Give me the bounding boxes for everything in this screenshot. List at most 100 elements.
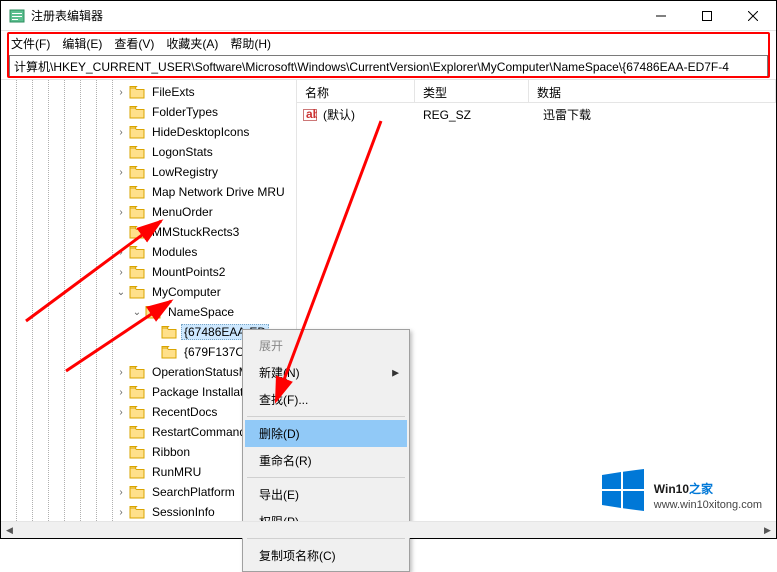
tree-node[interactable]: LogonStats xyxy=(1,142,296,162)
menu-favorites[interactable]: 收藏夹(A) xyxy=(162,33,222,54)
watermark-suffix: 之家 xyxy=(689,482,713,496)
tree-label: LowRegistry xyxy=(149,164,221,180)
tree-label: MenuOrder xyxy=(149,204,216,220)
windows-logo-icon xyxy=(600,467,646,516)
folder-icon xyxy=(129,145,145,159)
folder-icon xyxy=(129,125,145,139)
watermark: Win10之家 www.win10xitong.com xyxy=(600,467,762,516)
folder-icon xyxy=(161,345,177,359)
scroll-right-button[interactable]: ▶ xyxy=(759,522,776,539)
tree-label: Map Network Drive MRU xyxy=(149,184,288,200)
list-row[interactable]: ab (默认) REG_SZ 迅雷下载 xyxy=(297,103,776,126)
ctx-rename[interactable]: 重命名(R) xyxy=(245,447,407,474)
folder-icon xyxy=(129,285,145,299)
scroll-left-button[interactable]: ◀ xyxy=(1,522,18,539)
folder-icon xyxy=(129,165,145,179)
minimize-button[interactable] xyxy=(638,1,684,31)
folder-icon xyxy=(129,405,145,419)
ctx-copykey[interactable]: 复制项名称(C) xyxy=(245,542,407,569)
menubar: 文件(F) 编辑(E) 查看(V) 收藏夹(A) 帮助(H) xyxy=(1,31,776,55)
tree-label: NameSpace xyxy=(165,304,237,320)
folder-icon xyxy=(145,305,161,319)
tree-label: SearchPlatform xyxy=(149,484,238,500)
chevron-right-icon[interactable]: › xyxy=(113,247,129,258)
tree-label: MountPoints2 xyxy=(149,264,228,280)
chevron-right-icon[interactable]: › xyxy=(113,507,129,518)
submenu-arrow-icon: ▶ xyxy=(392,367,399,378)
svg-text:ab: ab xyxy=(306,108,317,121)
watermark-url: www.win10xitong.com xyxy=(654,499,762,511)
chevron-right-icon[interactable]: › xyxy=(113,207,129,218)
app-icon xyxy=(9,8,25,24)
chevron-down-icon[interactable]: ⌄ xyxy=(113,287,129,298)
chevron-right-icon[interactable]: › xyxy=(113,267,129,278)
chevron-right-icon[interactable]: › xyxy=(113,487,129,498)
folder-icon xyxy=(129,245,145,259)
string-value-icon: ab xyxy=(303,108,317,122)
ctx-expand: 展开 xyxy=(245,332,407,359)
tree-label: RestartCommands xyxy=(149,424,255,440)
col-name[interactable]: 名称 xyxy=(297,80,415,102)
maximize-button[interactable] xyxy=(684,1,730,31)
tree-node[interactable]: Map Network Drive MRU xyxy=(1,182,296,202)
tree-label: Modules xyxy=(149,244,200,260)
menu-help[interactable]: 帮助(H) xyxy=(226,33,275,54)
horizontal-scrollbar[interactable]: ◀ ▶ xyxy=(1,521,776,538)
tree-node[interactable]: › FileExts xyxy=(1,82,296,102)
col-data[interactable]: 数据 xyxy=(529,80,776,102)
tree-node[interactable]: FolderTypes xyxy=(1,102,296,122)
tree-node[interactable]: MMStuckRects3 xyxy=(1,222,296,242)
tree-node[interactable]: ⌄ MyComputer xyxy=(1,282,296,302)
tree-label: RunMRU xyxy=(149,464,204,480)
chevron-right-icon[interactable]: › xyxy=(113,87,129,98)
ctx-delete[interactable]: 删除(D) xyxy=(245,420,407,447)
tree-node[interactable]: › MenuOrder xyxy=(1,202,296,222)
tree-node[interactable]: › MountPoints2 xyxy=(1,262,296,282)
tree-label: HideDesktopIcons xyxy=(149,124,252,140)
chevron-right-icon[interactable]: › xyxy=(113,407,129,418)
tree-label: LogonStats xyxy=(149,144,216,160)
menu-view[interactable]: 查看(V) xyxy=(110,33,158,54)
tree-node[interactable]: › Modules xyxy=(1,242,296,262)
value-name: (默认) xyxy=(323,106,417,123)
col-type[interactable]: 类型 xyxy=(415,80,529,102)
folder-icon xyxy=(129,445,145,459)
folder-icon xyxy=(129,85,145,99)
folder-icon xyxy=(129,225,145,239)
address-bar[interactable]: 计算机\HKEY_CURRENT_USER\Software\Microsoft… xyxy=(9,55,768,77)
folder-icon xyxy=(129,465,145,479)
folder-icon xyxy=(129,385,145,399)
tree-label: RecentDocs xyxy=(149,404,220,420)
chevron-right-icon[interactable]: › xyxy=(113,127,129,138)
tree-label: MMStuckRects3 xyxy=(149,224,242,240)
folder-icon xyxy=(129,185,145,199)
tree-node[interactable]: › HideDesktopIcons xyxy=(1,122,296,142)
folder-icon xyxy=(161,325,177,339)
tree-node[interactable]: ⌄ NameSpace xyxy=(1,302,296,322)
chevron-right-icon[interactable]: › xyxy=(113,367,129,378)
ctx-find[interactable]: 查找(F)... xyxy=(245,386,407,413)
menu-file[interactable]: 文件(F) xyxy=(7,33,54,54)
value-data: 迅雷下载 xyxy=(543,106,591,123)
folder-icon xyxy=(129,485,145,499)
folder-icon xyxy=(129,205,145,219)
folder-icon xyxy=(129,265,145,279)
ctx-export[interactable]: 导出(E) xyxy=(245,481,407,508)
titlebar: 注册表编辑器 xyxy=(1,1,776,31)
folder-icon xyxy=(129,505,145,519)
folder-icon xyxy=(129,365,145,379)
chevron-right-icon[interactable]: › xyxy=(113,387,129,398)
ctx-new[interactable]: 新建(N)▶ xyxy=(245,359,407,386)
tree-label: Ribbon xyxy=(149,444,193,460)
window-title: 注册表编辑器 xyxy=(31,7,638,24)
tree-label: FolderTypes xyxy=(149,104,221,120)
tree-label: MyComputer xyxy=(149,284,224,300)
tree-label: SessionInfo xyxy=(149,504,218,520)
chevron-down-icon[interactable]: ⌄ xyxy=(129,307,145,318)
tree-node[interactable]: › LowRegistry xyxy=(1,162,296,182)
chevron-right-icon[interactable]: › xyxy=(113,167,129,178)
menu-edit[interactable]: 编辑(E) xyxy=(58,33,106,54)
tree-label: FileExts xyxy=(149,84,198,100)
close-button[interactable] xyxy=(730,1,776,31)
value-type: REG_SZ xyxy=(423,108,537,122)
